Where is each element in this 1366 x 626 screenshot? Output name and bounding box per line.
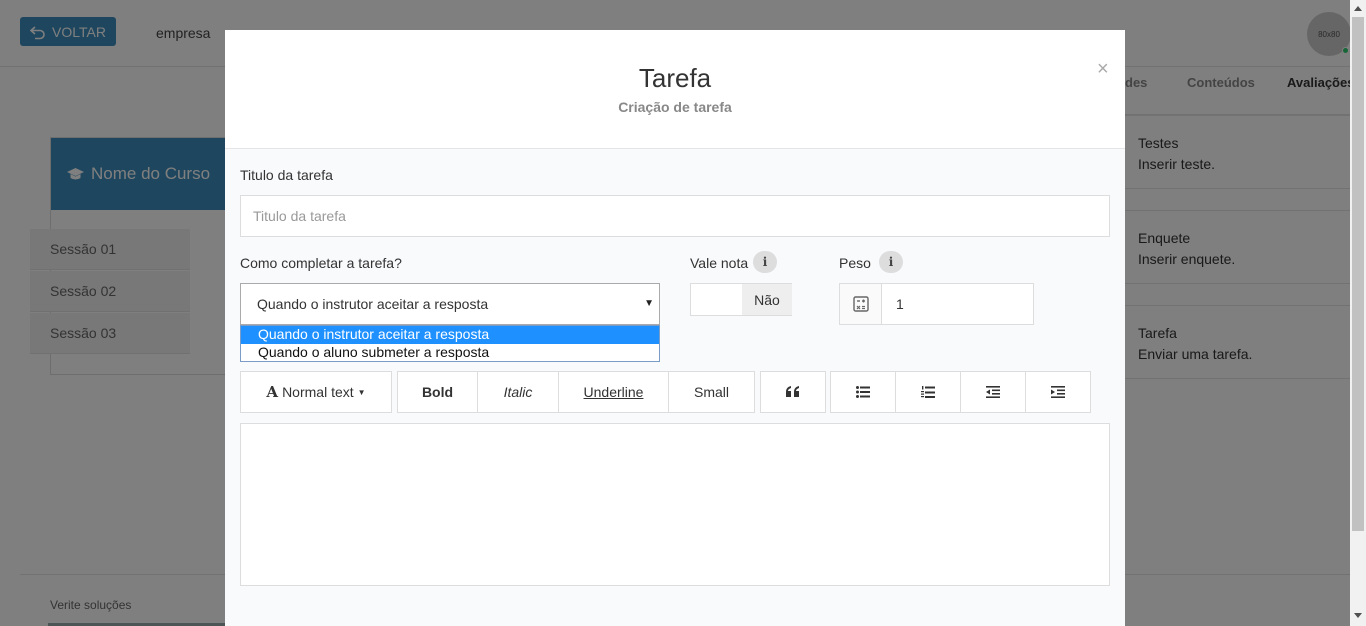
info-icon[interactable]: i <box>753 251 777 273</box>
quote-button[interactable] <box>761 372 825 412</box>
dropdown-option[interactable]: Quando o aluno submeter a resposta <box>241 344 659 362</box>
rich-text-editor[interactable] <box>240 423 1110 586</box>
complete-selected-value: Quando o instrutor aceitar a resposta <box>257 296 489 312</box>
task-title-input[interactable] <box>240 195 1110 237</box>
chevron-down-icon: ▼ <box>644 298 654 309</box>
scroll-up-icon[interactable] <box>1354 6 1362 11</box>
info-icon[interactable]: i <box>879 251 903 273</box>
complete-dropdown-list: Quando o instrutor aceitar a resposta Qu… <box>240 325 660 362</box>
indent-button[interactable] <box>1026 372 1090 412</box>
indent-icon <box>1051 386 1065 398</box>
weight-label: Peso <box>839 255 871 271</box>
weight-input[interactable] <box>882 284 1033 324</box>
complete-label: Como completar a tarefa? <box>240 255 402 271</box>
italic-button[interactable]: Italic <box>478 372 559 412</box>
font-icon: A <box>266 383 279 401</box>
list-indent-group <box>830 371 1091 413</box>
close-icon[interactable]: × <box>1097 58 1109 81</box>
scroll-thumb[interactable] <box>1352 17 1364 531</box>
normal-text-dropdown[interactable]: A Normal text ▼ <box>241 372 391 412</box>
caret-down-icon: ▼ <box>357 387 366 397</box>
grade-toggle[interactable]: Não <box>690 283 792 316</box>
outdent-icon <box>986 386 1000 398</box>
ordered-list-icon <box>921 385 935 398</box>
small-button[interactable]: Small <box>669 372 754 412</box>
unordered-list-icon <box>856 386 870 398</box>
weight-input-group <box>839 283 1034 325</box>
unordered-list-button[interactable] <box>831 372 896 412</box>
quote-icon <box>786 386 799 397</box>
grade-label: Vale nota <box>690 255 749 271</box>
text-format-group: Bold Italic Underline Small <box>397 371 755 413</box>
scroll-down-icon[interactable] <box>1354 613 1362 618</box>
task-modal: Tarefa Criação de tarefa × Titulo da tar… <box>225 30 1125 626</box>
quote-group <box>760 371 826 413</box>
complete-select[interactable]: Quando o instrutor aceitar a resposta ▼ <box>240 283 660 325</box>
modal-body: Titulo da tarefa Como completar a tarefa… <box>225 149 1125 626</box>
grade-toggle-label: Não <box>742 284 792 315</box>
bold-button[interactable]: Bold <box>398 372 478 412</box>
modal-subtitle: Criação de tarefa <box>618 99 732 115</box>
modal-header: Tarefa Criação de tarefa × <box>225 30 1125 149</box>
page-scrollbar[interactable] <box>1350 0 1366 626</box>
outdent-button[interactable] <box>961 372 1026 412</box>
task-title-label: Titulo da tarefa <box>240 167 333 183</box>
underline-button[interactable]: Underline <box>559 372 669 412</box>
calculator-icon <box>840 284 882 324</box>
modal-title: Tarefa <box>638 63 712 93</box>
ordered-list-button[interactable] <box>896 372 961 412</box>
font-style-group: A Normal text ▼ <box>240 371 392 413</box>
dropdown-option[interactable]: Quando o instrutor aceitar a resposta <box>241 326 659 344</box>
